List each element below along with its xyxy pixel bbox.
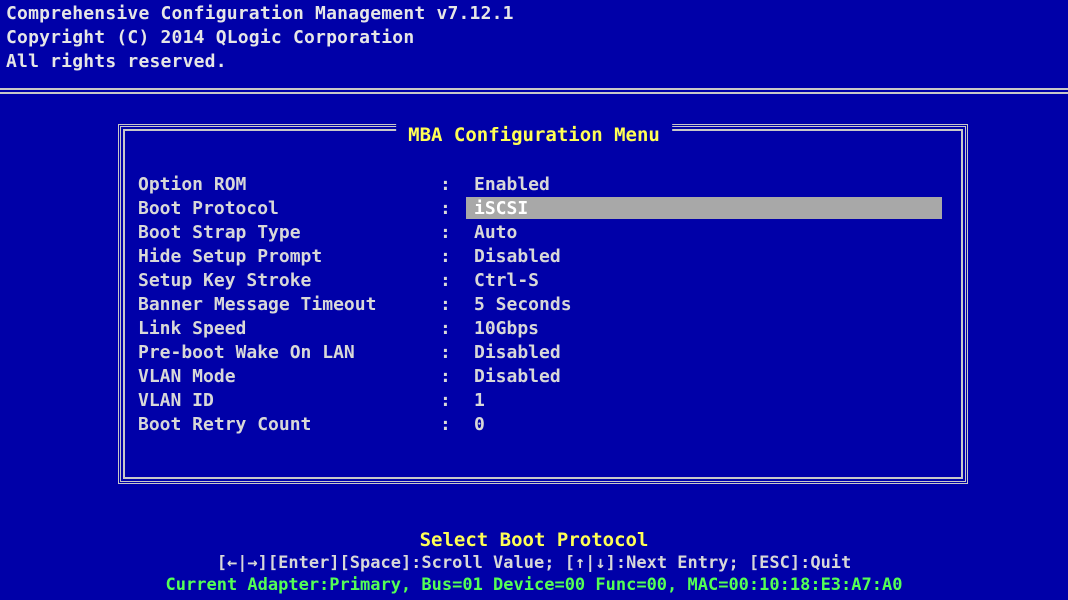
menu-item-colon: : xyxy=(440,270,451,291)
menu-item-value[interactable]: Auto xyxy=(474,221,517,244)
menu-item-label: Boot Strap Type xyxy=(138,222,301,243)
menu-item-boot-protocol[interactable]: Boot Protocol : iSCSI xyxy=(138,197,944,220)
menu-item-colon: : xyxy=(440,414,451,435)
menu-item-value[interactable]: 10Gbps xyxy=(474,317,539,340)
menu-item-boot-strap-type[interactable]: Boot Strap Type : Auto xyxy=(138,221,944,244)
rights-line: All rights reserved. xyxy=(6,51,227,72)
menu-item-pre-boot-wol[interactable]: Pre-boot Wake On LAN : Disabled xyxy=(138,341,944,364)
menu-item-colon: : xyxy=(440,366,451,387)
menu-item-colon: : xyxy=(440,294,451,315)
menu-item-value[interactable]: 1 xyxy=(474,389,485,412)
menu-item-label: Boot Protocol xyxy=(138,198,279,219)
header-separator xyxy=(0,88,1068,94)
menu-item-value[interactable]: Disabled xyxy=(474,365,561,388)
help-title: Select Boot Protocol xyxy=(419,529,649,551)
menu-item-colon: : xyxy=(440,222,451,243)
menu-item-colon: : xyxy=(440,390,451,411)
menu-item-value-selected[interactable]: iSCSI xyxy=(466,197,942,219)
menu-item-link-speed[interactable]: Link Speed : 10Gbps xyxy=(138,317,944,340)
menu-item-colon: : xyxy=(440,246,451,267)
menu-item-hide-setup-prompt[interactable]: Hide Setup Prompt : Disabled xyxy=(138,245,944,268)
copyright-line: Copyright (C) 2014 QLogic Corporation xyxy=(6,27,415,48)
menu-item-vlan-id[interactable]: VLAN ID : 1 xyxy=(138,389,944,412)
menu-item-label: Option ROM xyxy=(138,174,247,195)
menu-item-boot-retry-count[interactable]: Boot Retry Count : 0 xyxy=(138,413,944,436)
key-help-line: [←|→][Enter][Space]:Scroll Value; [↑|↓]:… xyxy=(216,553,852,573)
menu-item-colon: : xyxy=(440,318,451,339)
menu-item-value[interactable]: Disabled xyxy=(474,341,561,364)
menu-item-label: Link Speed xyxy=(138,318,247,339)
app-title: Comprehensive Configuration Management v… xyxy=(6,3,514,24)
menu-item-colon: : xyxy=(440,198,451,219)
menu-item-value[interactable]: Enabled xyxy=(474,173,550,196)
menu-item-label: Banner Message Timeout xyxy=(138,294,377,315)
menu-title: MBA Configuration Menu xyxy=(396,122,672,148)
menu-item-value[interactable]: 5 Seconds xyxy=(474,293,572,316)
adapter-status-line: Current Adapter:Primary, Bus=01 Device=0… xyxy=(165,575,903,595)
menu-item-option-rom[interactable]: Option ROM : Enabled xyxy=(138,173,944,196)
menu-item-label: Pre-boot Wake On LAN xyxy=(138,342,355,363)
menu-item-label: Setup Key Stroke xyxy=(138,270,312,291)
menu-item-label: VLAN ID xyxy=(138,390,214,411)
menu-item-colon: : xyxy=(440,174,451,195)
menu-item-setup-key-stroke[interactable]: Setup Key Stroke : Ctrl-S xyxy=(138,269,944,292)
menu-item-label: VLAN Mode xyxy=(138,366,236,387)
menu-item-value[interactable]: 0 xyxy=(474,413,485,436)
menu-item-value[interactable]: Ctrl-S xyxy=(474,269,539,292)
menu-item-vlan-mode[interactable]: VLAN Mode : Disabled xyxy=(138,365,944,388)
menu-item-label: Boot Retry Count xyxy=(138,414,312,435)
menu-item-colon: : xyxy=(440,342,451,363)
menu-item-banner-message-timeout[interactable]: Banner Message Timeout : 5 Seconds xyxy=(138,293,944,316)
menu-item-label: Hide Setup Prompt xyxy=(138,246,323,267)
menu-item-value[interactable]: Disabled xyxy=(474,245,561,268)
